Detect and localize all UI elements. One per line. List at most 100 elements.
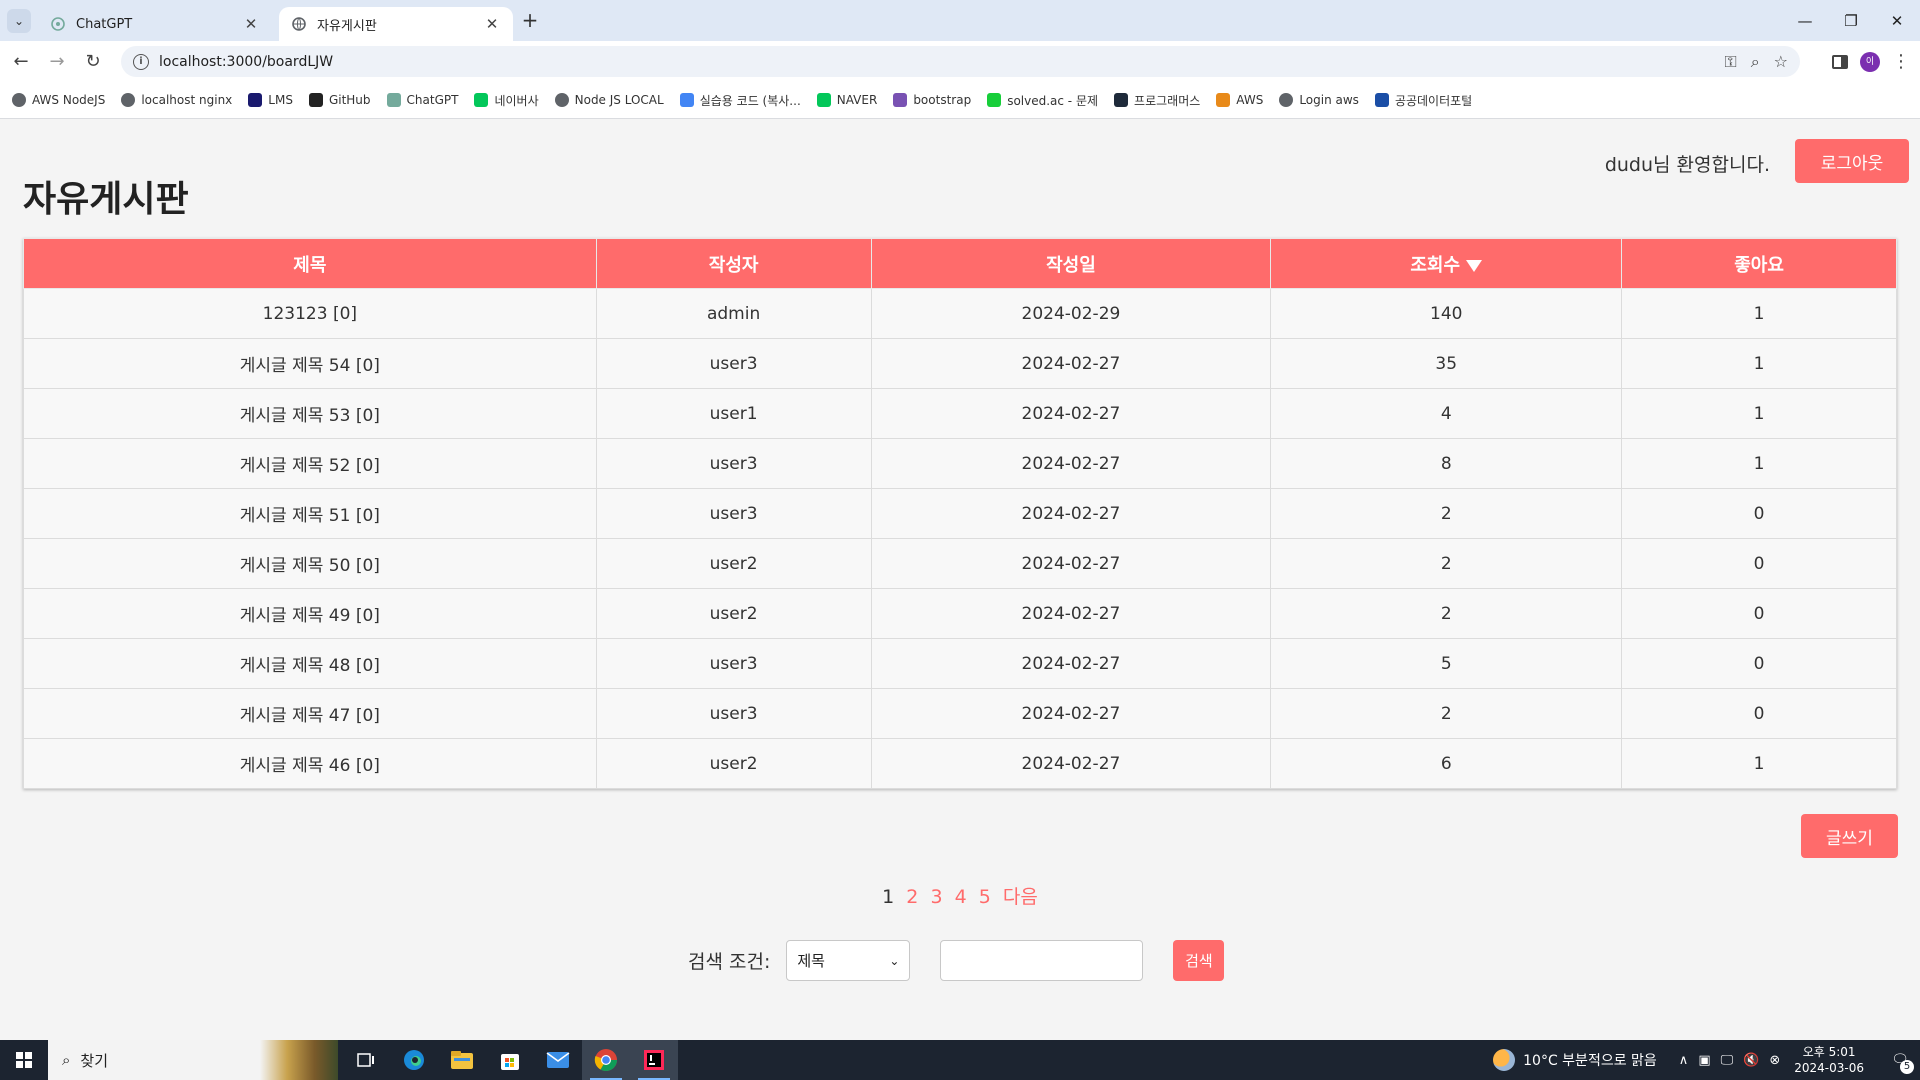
network-icon[interactable]: 🖵: [1721, 1053, 1734, 1068]
search-icon: ⌕: [62, 1051, 71, 1069]
microsoft-store-icon[interactable]: [486, 1040, 534, 1080]
search-input[interactable]: [940, 940, 1144, 981]
taskbar-search-box[interactable]: ⌕ 찾기: [48, 1040, 338, 1080]
table-row[interactable]: 게시글 제목 53 [0] user1 2024-02-27 4 1: [23, 388, 1897, 439]
table-row[interactable]: 게시글 제목 51 [0] user3 2024-02-27 2 0: [23, 488, 1897, 539]
bookmark-item[interactable]: AWS: [1216, 93, 1263, 107]
back-arrow-icon[interactable]: ←: [8, 49, 34, 75]
minimize-icon[interactable]: —: [1782, 0, 1828, 41]
tab-close-icon[interactable]: ✕: [483, 15, 501, 33]
weather-widget[interactable]: 10°C 부분적으로 맑음: [1493, 1049, 1657, 1071]
table-row[interactable]: 123123 [0] admin 2024-02-29 140 1: [23, 288, 1897, 339]
task-view-icon[interactable]: [342, 1040, 390, 1080]
table-row[interactable]: 게시글 제목 50 [0] user2 2024-02-27 2 0: [23, 538, 1897, 589]
forward-arrow-icon[interactable]: →: [44, 49, 70, 75]
bookmark-item[interactable]: Node JS LOCAL: [554, 93, 664, 107]
mail-icon[interactable]: [534, 1040, 582, 1080]
search-button[interactable]: 검색: [1173, 940, 1225, 981]
sort-down-icon[interactable]: [1466, 259, 1483, 272]
column-header-views[interactable]: 조회수: [1270, 238, 1623, 289]
column-header-date[interactable]: 작성일: [870, 238, 1272, 289]
windows-start-icon[interactable]: [0, 1040, 48, 1080]
taskbar-clock[interactable]: 오후 5:01 2024-03-06: [1794, 1044, 1864, 1076]
bookmark-item[interactable]: solved.ac - 문제: [987, 92, 1098, 109]
table-row[interactable]: 게시글 제목 46 [0] user2 2024-02-27 6 1: [23, 738, 1897, 789]
column-header-likes[interactable]: 좋아요: [1621, 238, 1897, 289]
board-page: dudu님 환영합니다. 로그아웃 자유게시판 제목 작성자 작성일 조회수 좋…: [0, 120, 1920, 1040]
table-row[interactable]: 게시글 제목 48 [0] user3 2024-02-27 5 0: [23, 638, 1897, 689]
tab-chatgpt[interactable]: ChatGPT ✕: [38, 7, 272, 41]
tab-board[interactable]: 자유게시판 ✕: [279, 7, 513, 41]
bookmark-item[interactable]: LMS: [248, 93, 293, 107]
notification-center-icon[interactable]: 🗨 5: [1880, 1040, 1920, 1080]
bookmark-label: solved.ac - 문제: [1007, 93, 1099, 108]
cell-title[interactable]: 123123 [0]: [23, 288, 597, 339]
column-header-author[interactable]: 작성자: [595, 238, 872, 289]
cell-date: 2024-02-27: [870, 538, 1272, 589]
table-row[interactable]: 게시글 제목 52 [0] user3 2024-02-27 8 1: [23, 438, 1897, 489]
tray-status-icon[interactable]: ⊗: [1769, 1053, 1780, 1068]
cell-title[interactable]: 게시글 제목 52 [0]: [23, 438, 597, 489]
page-link[interactable]: 2: [906, 886, 918, 908]
cell-title[interactable]: 게시글 제목 48 [0]: [23, 638, 597, 689]
cell-author: user3: [595, 688, 872, 739]
bookmark-item[interactable]: localhost nginx: [121, 93, 232, 107]
restore-icon[interactable]: ❐: [1828, 0, 1874, 41]
cell-title[interactable]: 게시글 제목 51 [0]: [23, 488, 597, 539]
reload-icon[interactable]: ↻: [80, 49, 106, 75]
bookmark-label: ChatGPT: [406, 93, 459, 107]
bookmark-item[interactable]: 네이버사: [474, 92, 539, 109]
weather-text: 10°C 부분적으로 맑음: [1523, 1053, 1657, 1069]
new-tab-plus-icon[interactable]: +: [518, 8, 542, 32]
bookmark-item[interactable]: NAVER: [816, 93, 877, 107]
tab-close-icon[interactable]: ✕: [242, 15, 260, 33]
column-header-title[interactable]: 제목: [23, 238, 597, 289]
close-window-icon[interactable]: ✕: [1874, 0, 1920, 41]
bookmark-item[interactable]: 실습용 코드 (복사...: [679, 92, 801, 109]
system-tray: 10°C 부분적으로 맑음 ∧ ▣ 🖵 🔇 ⊗ 오후 5:01 2024-03-…: [1493, 1040, 1920, 1080]
page-link[interactable]: 5: [979, 886, 991, 908]
tab-search-chevron-icon[interactable]: ⌄: [7, 9, 31, 33]
show-hidden-icons-chevron-icon[interactable]: ∧: [1679, 1053, 1689, 1068]
zoom-icon[interactable]: ⌕: [1751, 52, 1760, 72]
cell-views: 4: [1270, 388, 1623, 439]
intellij-icon[interactable]: [630, 1040, 678, 1080]
bookmark-label: 네이버사: [494, 93, 539, 108]
cell-title[interactable]: 게시글 제목 47 [0]: [23, 688, 597, 739]
profile-avatar[interactable]: 이: [1860, 51, 1880, 72]
cell-title[interactable]: 게시글 제목 46 [0]: [23, 738, 597, 789]
table-row[interactable]: 게시글 제목 47 [0] user3 2024-02-27 2 0: [23, 688, 1897, 739]
bookmark-item[interactable]: AWS NodeJS: [12, 93, 105, 107]
cell-title[interactable]: 게시글 제목 50 [0]: [23, 538, 597, 589]
page-next-link[interactable]: 다음: [1003, 886, 1038, 908]
cell-views: 5: [1270, 638, 1623, 689]
file-explorer-icon[interactable]: [438, 1040, 486, 1080]
write-post-button[interactable]: 글쓰기: [1801, 814, 1898, 858]
cell-title[interactable]: 게시글 제목 49 [0]: [23, 588, 597, 639]
password-key-icon[interactable]: ⚿: [1725, 52, 1737, 72]
more-menu-icon[interactable]: ⋮: [1892, 51, 1910, 72]
bookmark-item[interactable]: GitHub: [308, 93, 371, 107]
volume-muted-icon[interactable]: 🔇: [1743, 1053, 1759, 1068]
logout-button[interactable]: 로그아웃: [1795, 139, 1909, 183]
page-link[interactable]: 3: [930, 886, 942, 908]
page-link[interactable]: 4: [955, 886, 967, 908]
edge-icon[interactable]: [390, 1040, 438, 1080]
bookmark-item[interactable]: 프로그래머스: [1114, 92, 1200, 109]
address-bar[interactable]: i localhost:3000/boardLJW ⚿ ⌕ ☆: [121, 46, 1800, 77]
chrome-icon[interactable]: [582, 1040, 630, 1080]
cell-title[interactable]: 게시글 제목 53 [0]: [23, 388, 597, 439]
table-row[interactable]: 게시글 제목 49 [0] user2 2024-02-27 2 0: [23, 588, 1897, 639]
search-condition-select[interactable]: 제목 ⌄: [786, 940, 911, 981]
cell-views: 6: [1270, 738, 1623, 789]
bookmark-item[interactable]: Login aws: [1279, 93, 1359, 107]
site-info-icon[interactable]: i: [133, 53, 149, 70]
bookmark-item[interactable]: ChatGPT: [386, 93, 459, 107]
tray-app-icon[interactable]: ▣: [1698, 1053, 1710, 1068]
bookmark-item[interactable]: bootstrap: [893, 93, 971, 107]
side-panel-icon[interactable]: [1832, 54, 1848, 69]
table-row[interactable]: 게시글 제목 54 [0] user3 2024-02-27 35 1: [23, 338, 1897, 389]
bookmark-item[interactable]: 공공데이터포털: [1374, 92, 1472, 109]
bookmark-star-icon[interactable]: ☆: [1774, 52, 1788, 71]
cell-title[interactable]: 게시글 제목 54 [0]: [23, 338, 597, 389]
